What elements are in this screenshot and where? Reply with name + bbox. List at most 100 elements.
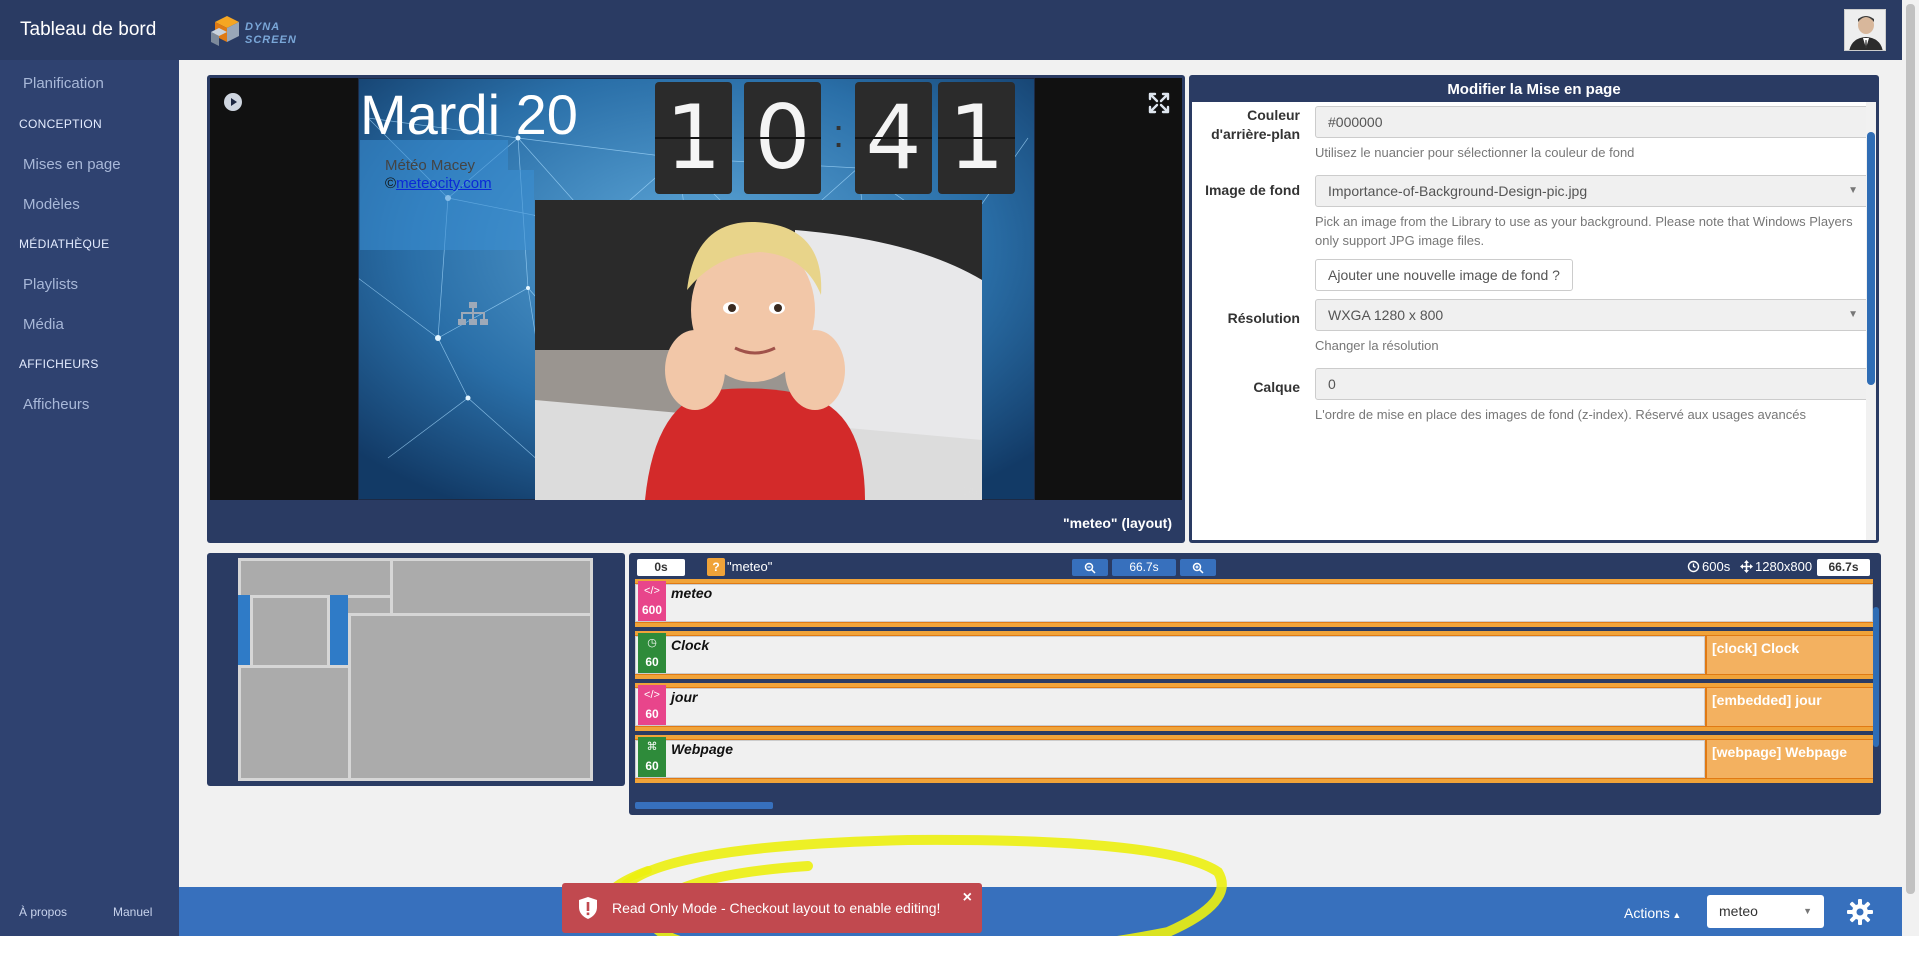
sidebar-item-playlists[interactable]: Playlists (23, 276, 78, 293)
clock-digit: 0 (744, 82, 821, 194)
properties-title: Modifier la Mise en page (1447, 81, 1621, 98)
widget-block[interactable] (635, 740, 1705, 778)
sidebar-item-planification[interactable]: Planification (23, 75, 104, 92)
sidebar-heading-displays: AFFICHEURS (19, 357, 99, 371)
sidebar-item-displays[interactable]: Afficheurs (23, 396, 89, 413)
properties-form: Couleur d'arrière-plan #000000 Utilisez … (1192, 102, 1876, 540)
timeline-layout-name: "meteo" (727, 559, 773, 574)
zoom-in-icon (1192, 562, 1204, 574)
widget-tag[interactable]: [embedded] jour (1707, 688, 1873, 726)
timeline-end: 66.7s (1817, 559, 1870, 576)
dashboard-brand[interactable]: Tableau de bord (0, 0, 179, 60)
timeline-scrollbar-thumb[interactable] (635, 802, 773, 809)
top-navbar: DYNA SCREEN (179, 0, 1902, 60)
slide-counter: 1/5 (961, 484, 978, 498)
timeline-row-jour[interactable]: </> 60 jour [embedded] jour (635, 683, 1873, 731)
timeline-rows: </> 600 meteo ◷ 60 Clock [clock] Clock </>… (635, 579, 1873, 805)
widget-tag[interactable]: [webpage] Webpage (1707, 740, 1873, 778)
background-color-help: Utilisez le nuancier pour sélectionner l… (1315, 145, 1635, 160)
region-image[interactable] (348, 613, 593, 781)
sidebar-heading-conception: CONCEPTION (19, 117, 103, 131)
region-date[interactable] (238, 558, 393, 598)
layer-help: L'ordre de mise en place des images de f… (1315, 407, 1806, 422)
widget-name: Webpage (671, 741, 733, 757)
manual-link[interactable]: Manuel (113, 905, 152, 919)
properties-scrollbar-thumb[interactable] (1867, 132, 1875, 385)
resolution-select[interactable]: WXGA 1280 x 800 ▼ (1315, 299, 1869, 331)
thumbnail-canvas (238, 558, 593, 781)
weather-city: Météo Macey (385, 157, 476, 174)
add-background-image-button[interactable]: Ajouter une nouvelle image de fond ? (1315, 259, 1573, 291)
timeline-header: 0s ? "meteo" 66.7s 600s 1280x800 66.7s (629, 553, 1881, 577)
sidebar-heading-library: MÉDIATHÈQUE (19, 237, 110, 251)
actions-dropdown[interactable]: Actions ▲ (1624, 905, 1681, 921)
widget-block[interactable] (635, 688, 1705, 726)
logo-text: DYNA SCREEN (245, 21, 297, 46)
avatar-icon (1845, 10, 1885, 50)
weather-credit-link[interactable]: meteocity.com (396, 175, 492, 192)
background-image-label: Image de fond (1205, 182, 1300, 198)
gear-icon[interactable] (1846, 898, 1874, 926)
play-icon[interactable] (223, 92, 243, 112)
region-clock[interactable] (390, 558, 593, 616)
main-content: Mardi 20 1 0 : 4 1 Météo Macey ©meteocit… (179, 60, 1902, 887)
clock-icon: ◷ 60 (638, 633, 666, 673)
logo-cube-icon (211, 16, 239, 46)
layout-preview-panel: Mardi 20 1 0 : 4 1 Météo Macey ©meteocit… (207, 75, 1185, 543)
widget-tag[interactable]: [clock] Clock (1707, 636, 1873, 674)
widget-name: jour (671, 689, 698, 705)
timeline-row-clock[interactable]: ◷ 60 Clock [clock] Clock (635, 631, 1873, 679)
preview-caption: "meteo" (layout) (1063, 515, 1172, 531)
timeline-horizontal-scrollbar[interactable] (635, 801, 1873, 809)
widget-name: meteo (671, 585, 713, 601)
widget-name: Clock (671, 637, 710, 653)
user-avatar[interactable] (1844, 9, 1886, 51)
timeline-resolution: 1280x800 (1755, 559, 1813, 574)
chevron-down-icon: ▼ (1848, 185, 1858, 196)
clock-digit: 1 (938, 82, 1015, 194)
sidebar-item-media[interactable]: Média (23, 316, 64, 333)
caret-up-icon: ▲ (1669, 910, 1682, 920)
page-scrollbar-thumb[interactable] (1906, 4, 1915, 894)
zoom-out-button[interactable] (1072, 559, 1108, 576)
warning-shield-icon (579, 897, 597, 919)
layout-select[interactable]: meteo ▼ (1707, 895, 1824, 928)
child-photo (535, 200, 982, 500)
preview-date: Mardi 20 (360, 83, 578, 146)
timeline-duration: 600s (1702, 559, 1731, 574)
region-embedded[interactable] (250, 595, 330, 668)
about-link[interactable]: À propos (19, 905, 67, 919)
region-webpage[interactable] (238, 665, 351, 781)
chevron-down-icon: ▼ (1848, 309, 1858, 320)
help-badge[interactable]: ? (707, 558, 725, 576)
sidebar-item-layouts[interactable]: Mises en page (23, 156, 121, 173)
preview-stage: Mardi 20 1 0 : 4 1 Météo Macey ©meteocit… (210, 78, 1182, 500)
layer-input[interactable]: 0 (1315, 368, 1869, 400)
close-icon[interactable]: × (963, 889, 972, 907)
zoom-in-button[interactable] (1180, 559, 1216, 576)
code-icon: </> 60 (638, 685, 666, 725)
sidebar-item-templates[interactable]: Modèles (23, 196, 80, 213)
code-icon: </> 600 (638, 581, 666, 621)
clock-icon (1687, 560, 1700, 573)
widget-block[interactable] (635, 636, 1705, 674)
zoom-out-icon (1084, 562, 1096, 574)
resolution-label: Résolution (1227, 310, 1300, 326)
timeline-vertical-scrollbar[interactable] (1873, 607, 1879, 747)
background-color-input[interactable]: #000000 (1315, 106, 1869, 138)
page-bottom (0, 936, 1919, 974)
fullscreen-icon[interactable] (1147, 91, 1171, 115)
zoom-level: 66.7s (1112, 559, 1176, 576)
timeline-row-webpage[interactable]: ⌘ 60 Webpage [webpage] Webpage (635, 735, 1873, 783)
layout-thumbnail (207, 553, 625, 786)
sitemap-icon (458, 302, 488, 325)
weather-credit: ©meteocity.com (385, 175, 492, 192)
app-logo[interactable]: DYNA SCREEN (209, 12, 304, 52)
timeline-panel: 0s ? "meteo" 66.7s 600s 1280x800 66.7s <… (629, 553, 1881, 815)
widget-block[interactable] (635, 584, 1873, 622)
background-image-select[interactable]: Importance-of-Background-Design-pic.jpg ▼ (1315, 175, 1869, 207)
sidebar-footer: À propos Manuel (0, 887, 179, 936)
move-icon (1740, 560, 1753, 573)
clock-digit: 1 (655, 82, 732, 194)
timeline-row-meteo[interactable]: </> 600 meteo (635, 579, 1873, 627)
